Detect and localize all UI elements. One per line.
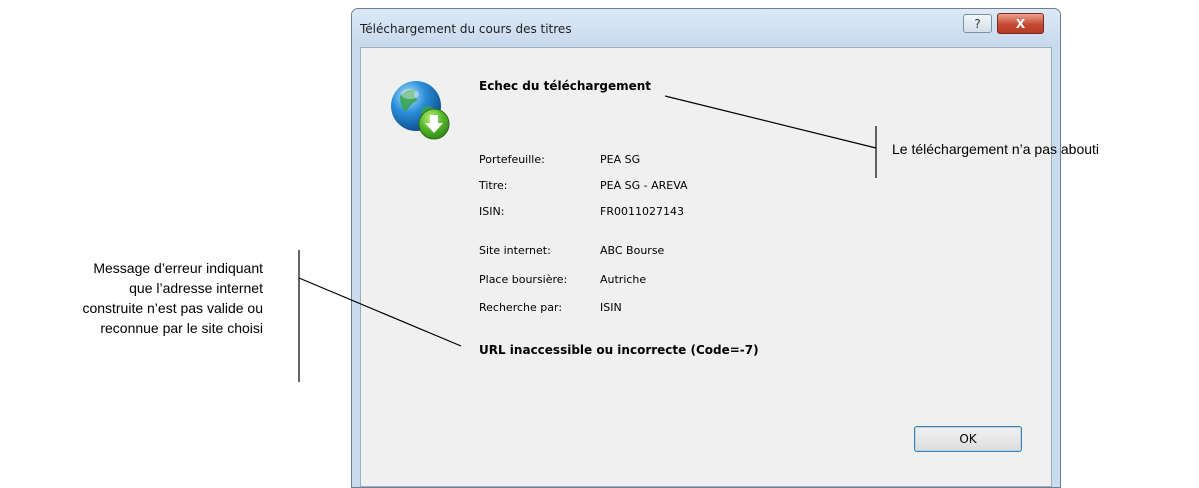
website-value: ABC Bourse	[600, 244, 665, 257]
title-bar[interactable]: Téléchargement du cours des titres ? X	[352, 9, 1060, 47]
error-message: URL inaccessible ou incorrecte (Code=-7)	[479, 343, 759, 357]
isin-value: FR0011027143	[600, 205, 684, 218]
help-button[interactable]: ?	[963, 14, 992, 33]
portfolio-label: Portefeuille:	[479, 153, 545, 166]
annotation-line: reconnue par le site choisi	[100, 320, 263, 336]
dialog-content: Echec du téléchargement Portefeuille: PE…	[360, 47, 1052, 487]
exchange-value: Autriche	[600, 273, 647, 286]
exchange-label: Place boursière:	[479, 273, 568, 286]
security-label: Titre:	[479, 179, 508, 192]
help-icon: ?	[974, 16, 981, 31]
annotation-line: Message d’erreur indiquant	[93, 260, 263, 276]
ok-button[interactable]: OK	[914, 426, 1022, 452]
search-by-label: Recherche par:	[479, 301, 563, 314]
annotation-line: construite n’est pas valide ou	[82, 300, 263, 316]
security-value: PEA SG - AREVA	[600, 179, 688, 192]
website-label: Site internet:	[479, 244, 551, 257]
download-dialog: Téléchargement du cours des titres ? X E…	[351, 8, 1061, 488]
portfolio-value: PEA SG	[600, 153, 641, 166]
close-button[interactable]: X	[997, 13, 1044, 34]
search-by-value: ISIN	[600, 301, 622, 314]
annotation-line: que l’adresse internet	[129, 280, 263, 296]
dialog-title: Téléchargement du cours des titres	[360, 22, 572, 36]
isin-label: ISIN:	[479, 205, 505, 218]
annotation-download-failed: Le téléchargement n’a pas abouti	[892, 141, 1100, 157]
annotation-error-explanation: Message d’erreur indiquant que l’adresse…	[0, 258, 263, 338]
globe-download-icon	[391, 81, 450, 140]
failure-heading: Echec du téléchargement	[479, 79, 652, 93]
close-icon: X	[1015, 16, 1026, 31]
